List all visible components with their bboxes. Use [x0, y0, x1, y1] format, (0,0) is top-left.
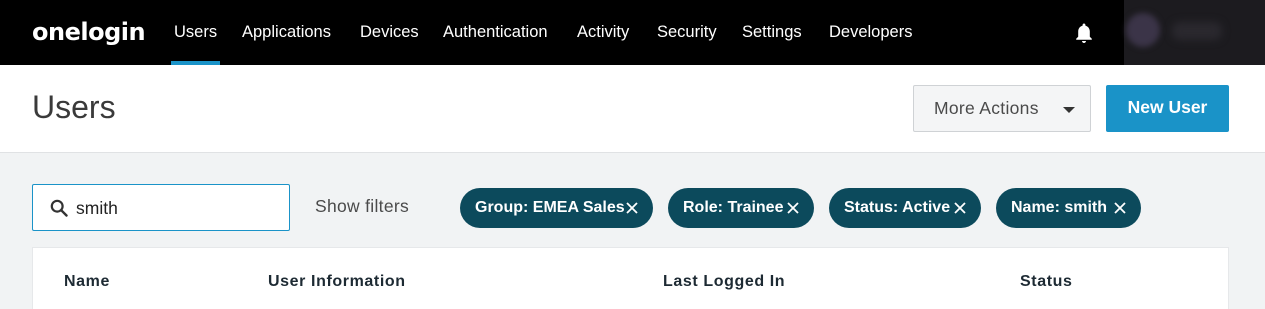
filter-chip-label: Name: smith — [1011, 199, 1108, 216]
nav-item-authentication[interactable]: Authentication — [443, 0, 548, 65]
nav-item-applications[interactable]: Applications — [242, 0, 331, 65]
nav-item-activity[interactable]: Activity — [577, 0, 629, 65]
onelogin-logo[interactable]: onelogin — [32, 18, 146, 46]
bell-icon[interactable] — [1074, 22, 1094, 44]
close-icon[interactable] — [625, 201, 639, 215]
filter-chip-group[interactable]: Group: EMEA Sales — [460, 188, 653, 228]
page-header: Users More Actions New User — [0, 65, 1265, 153]
nav-item-developers[interactable]: Developers — [829, 0, 912, 65]
more-actions-dropdown[interactable]: More Actions — [913, 85, 1091, 132]
close-icon[interactable] — [786, 201, 800, 215]
search-icon — [50, 199, 68, 217]
column-header-last-logged-in[interactable]: Last Logged In — [663, 273, 785, 291]
close-icon[interactable] — [1113, 201, 1127, 215]
user-name-redacted — [1172, 22, 1222, 40]
avatar — [1126, 13, 1160, 47]
top-navigation-bar: onelogin Users Applications Devices Auth… — [0, 0, 1265, 65]
show-filters-link[interactable]: Show filters — [315, 196, 409, 217]
nav-item-settings[interactable]: Settings — [742, 0, 802, 65]
nav-item-security[interactable]: Security — [657, 0, 717, 65]
search-input[interactable] — [76, 195, 276, 221]
column-header-user-information[interactable]: User Information — [268, 273, 406, 291]
caret-down-icon — [1063, 107, 1075, 113]
nav-item-devices[interactable]: Devices — [360, 0, 419, 65]
new-user-button[interactable]: New User — [1106, 85, 1229, 132]
column-header-name[interactable]: Name — [64, 273, 110, 291]
filter-chip-label: Role: Trainee — [683, 199, 784, 216]
page-title: Users — [32, 89, 116, 125]
column-header-status[interactable]: Status — [1020, 273, 1073, 291]
filter-chip-role[interactable]: Role: Trainee — [668, 188, 814, 228]
filter-chip-label: Status: Active — [844, 199, 951, 216]
search-field[interactable] — [32, 184, 290, 231]
close-icon[interactable] — [953, 201, 967, 215]
filter-chip-name[interactable]: Name: smith — [996, 188, 1141, 228]
nav-item-users[interactable]: Users — [170, 0, 221, 65]
filter-chip-status[interactable]: Status: Active — [829, 188, 981, 228]
filter-chip-label: Group: EMEA Sales — [475, 199, 625, 216]
more-actions-label: More Actions — [934, 98, 1039, 118]
